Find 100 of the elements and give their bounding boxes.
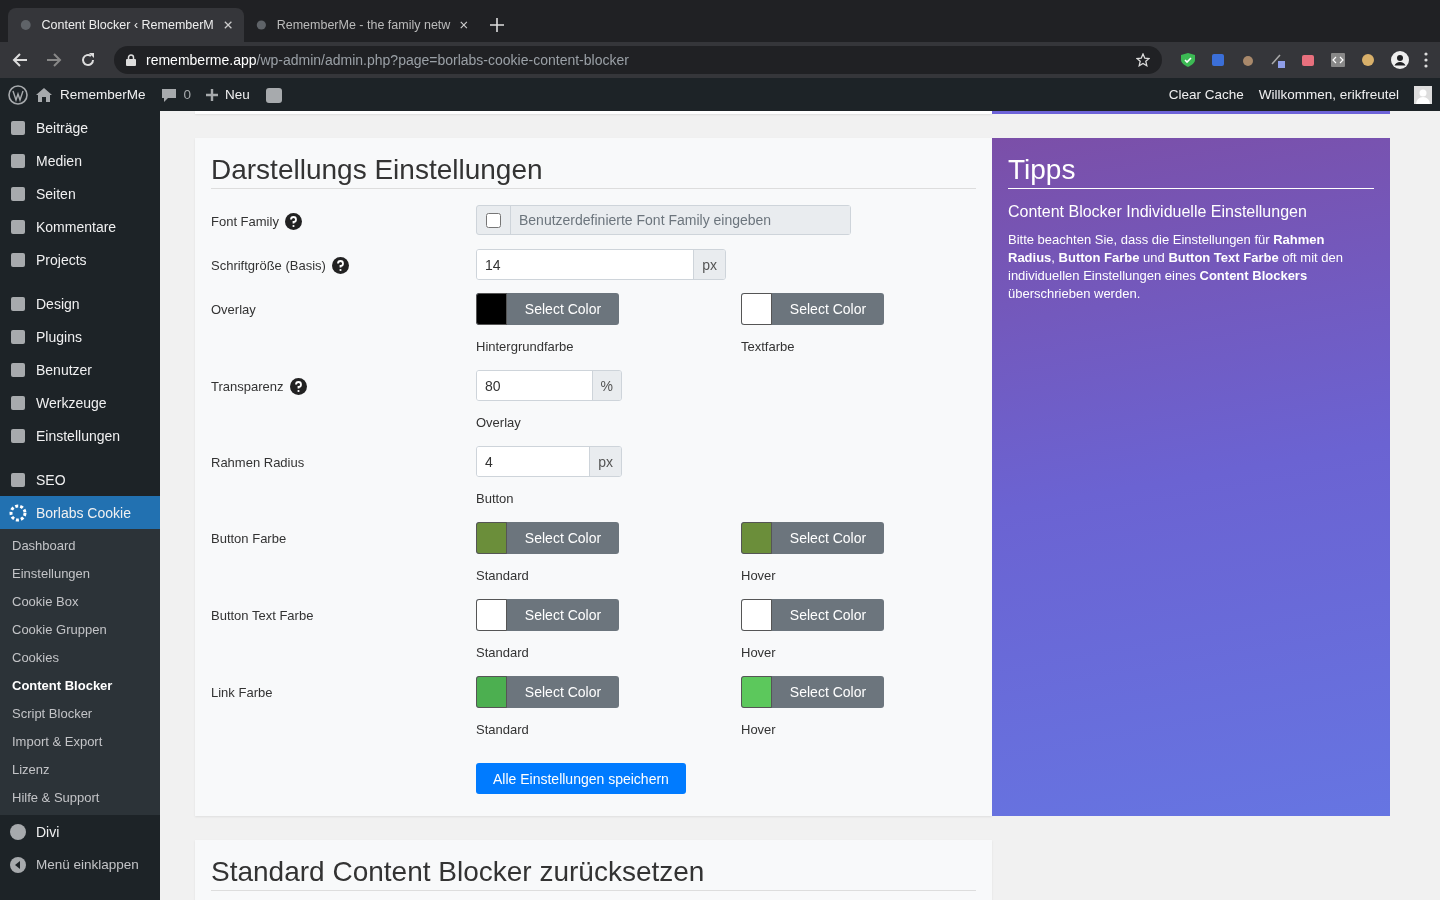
- color-picker-button[interactable]: Select Color: [741, 599, 884, 631]
- home-icon: [35, 86, 53, 103]
- clear-cache-link[interactable]: Clear Cache: [1168, 87, 1244, 102]
- color-picker-button[interactable]: Select Color: [476, 522, 619, 554]
- tab-title: RememberMe - the family netw: [276, 18, 451, 32]
- field-caption: Hover: [741, 722, 777, 737]
- extension-icon[interactable]: [1300, 52, 1316, 68]
- menu-item[interactable]: Plugins: [0, 320, 160, 353]
- submenu-item[interactable]: Cookies: [0, 643, 160, 671]
- field-caption: Hover: [741, 645, 777, 660]
- menu-item[interactable]: Borlabs Cookie: [0, 496, 160, 529]
- color-picker-button[interactable]: Select Color: [741, 522, 884, 554]
- color-picker-button[interactable]: Select Color: [476, 293, 619, 325]
- help-icon[interactable]: [289, 377, 307, 395]
- field-label: Rahmen Radius: [211, 454, 305, 470]
- color-picker-button[interactable]: Select Color: [476, 599, 619, 631]
- color-picker-button[interactable]: Select Color: [476, 676, 619, 708]
- menu-item[interactable]: Kommentare: [0, 210, 160, 243]
- menu-icon: [9, 294, 27, 313]
- greeting-link[interactable]: Willkommen, erikfreutel: [1258, 87, 1399, 102]
- shield-icon[interactable]: [1180, 52, 1196, 68]
- field-caption: Hintergrundfarbe: [476, 339, 575, 354]
- menu-item[interactable]: Projects: [0, 243, 160, 276]
- new-link[interactable]: Neu: [225, 87, 250, 102]
- menu-item[interactable]: Einstellungen: [0, 419, 160, 452]
- code-icon[interactable]: [1330, 52, 1346, 68]
- field-label: Overlay: [211, 301, 256, 317]
- submenu-item[interactable]: Cookie Gruppen: [0, 615, 160, 643]
- menu-item[interactable]: Seiten: [0, 177, 160, 210]
- submenu-item[interactable]: Einstellungen: [0, 559, 160, 587]
- menu-icon: [9, 470, 27, 489]
- site-name-link[interactable]: RememberMe: [60, 87, 146, 102]
- submenu-item[interactable]: Script Blocker: [0, 699, 160, 727]
- url-path: /wp-admin/admin.php?page=borlabs-cookie-content-blocker: [256, 52, 629, 68]
- menu-icon: [9, 426, 27, 445]
- menu-icon: [9, 217, 27, 236]
- menu-icon: [9, 327, 27, 346]
- close-icon[interactable]: [460, 20, 468, 30]
- save-button[interactable]: Alle Einstellungen speichern: [476, 763, 686, 794]
- field-label: Schriftgröße (Basis): [211, 257, 326, 273]
- tips-heading: Tipps: [1008, 154, 1374, 189]
- menu-icon: [9, 250, 27, 269]
- field-caption: Standard: [476, 568, 530, 583]
- submenu-item[interactable]: Cookie Box: [0, 587, 160, 615]
- globe-icon: [20, 18, 32, 32]
- menu-item[interactable]: Design: [0, 287, 160, 320]
- comment-count[interactable]: 0: [183, 87, 192, 102]
- more-icon[interactable]: [1424, 52, 1428, 68]
- globe-icon: [256, 18, 267, 32]
- menu-item[interactable]: SEO: [0, 463, 160, 496]
- tab-title: Content Blocker ‹ RememberM: [41, 18, 214, 32]
- submenu-item[interactable]: Hilfe & Support: [0, 783, 160, 811]
- field-caption: Hover: [741, 568, 777, 583]
- url-host: rememberme.app: [146, 52, 257, 68]
- help-icon[interactable]: [284, 212, 302, 230]
- back-icon[interactable]: [12, 52, 28, 68]
- extension-icon[interactable]: [1270, 52, 1286, 68]
- field-caption: Overlay: [476, 415, 522, 430]
- tips-subheading: Content Blocker Individuelle Einstellungen: [1008, 203, 1308, 221]
- menu-icon: [9, 503, 27, 522]
- tips-text: Bitte beachten Sie, dass die Einstellungen für Rahmen Radius, Button Farbe und Button Text Farbe oft mit den individuellen Einstellungen eines Content Blockers überschrieben werden.: [1008, 231, 1344, 303]
- color-picker-button[interactable]: Select Color: [741, 293, 884, 325]
- browser-tab[interactable]: Content Blocker ‹ RememberM: [8, 8, 244, 42]
- menu-item[interactable]: Medien: [0, 144, 160, 177]
- menu-item[interactable]: Werkzeuge: [0, 386, 160, 419]
- reload-icon[interactable]: [80, 52, 96, 68]
- submenu-item[interactable]: Lizenz: [0, 755, 160, 783]
- new-tab-icon[interactable]: [490, 18, 504, 32]
- menu-icon: [9, 184, 27, 203]
- plus-icon: [206, 88, 219, 101]
- field-caption: Button: [476, 491, 515, 506]
- field-label: Button Farbe: [211, 530, 287, 546]
- close-icon[interactable]: [223, 20, 232, 30]
- section-heading: Darstellungs Einstellungen: [211, 154, 976, 189]
- submenu-item[interactable]: Import & Export: [0, 727, 160, 755]
- menu-item[interactable]: Benutzer: [0, 353, 160, 386]
- submenu-item[interactable]: Content Blocker: [0, 671, 160, 699]
- menu-item[interactable]: Beiträge: [0, 111, 160, 144]
- section-heading: Standard Content Blocker zurücksetzen: [211, 856, 976, 891]
- extension-icon[interactable]: [1210, 52, 1226, 68]
- avatar-icon: [1414, 85, 1432, 104]
- menu-item[interactable]: Divi: [0, 815, 160, 848]
- menu-icon: [9, 118, 27, 137]
- menu-icon: [9, 360, 27, 379]
- browser-tab[interactable]: RememberMe - the family netw: [244, 8, 480, 42]
- submenu-item[interactable]: Dashboard: [0, 531, 160, 559]
- collapse-menu-button[interactable]: Menü einklappen: [0, 848, 160, 881]
- field-label: Link Farbe: [211, 684, 273, 700]
- star-icon[interactable]: [1136, 53, 1150, 67]
- color-picker-button[interactable]: Select Color: [741, 676, 884, 708]
- field-label: Transparenz: [211, 378, 284, 394]
- field-label: Button Text Farbe: [211, 607, 314, 623]
- collapse-icon: [9, 855, 27, 874]
- help-icon[interactable]: [331, 256, 349, 274]
- wordpress-logo-icon[interactable]: [8, 84, 28, 105]
- profile-icon[interactable]: [1390, 50, 1410, 70]
- address-bar[interactable]: rememberme.app/wp-admin/admin.php?page=borlabs-cookie-content-blocker: [114, 46, 1162, 74]
- forward-icon[interactable]: [46, 52, 62, 68]
- comment-icon: [160, 86, 177, 103]
- menu-icon: [9, 393, 27, 412]
